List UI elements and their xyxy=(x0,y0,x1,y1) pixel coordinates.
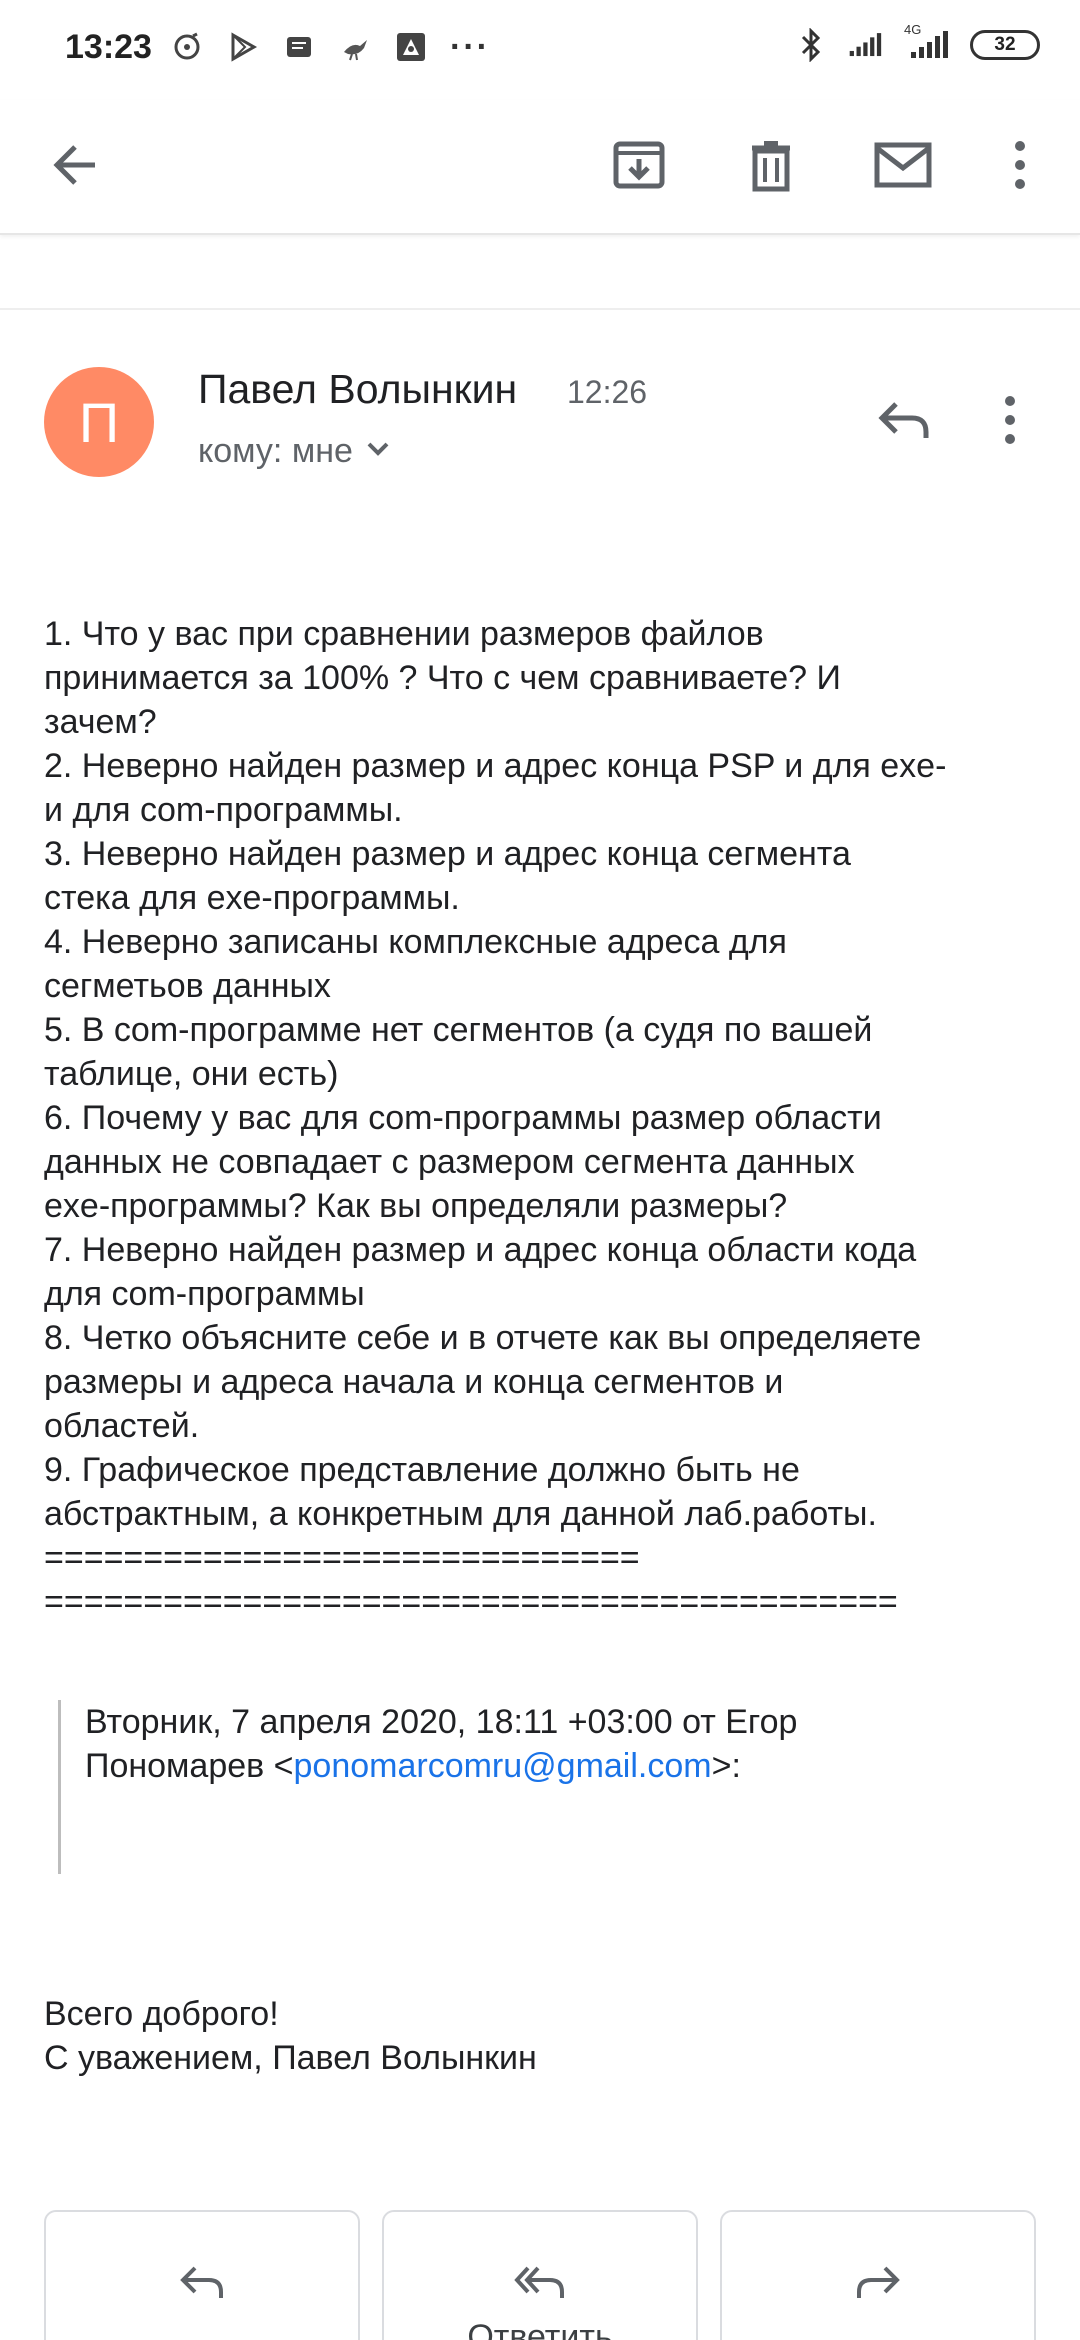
body-line: 9. Графическое представление должно быть… xyxy=(44,1451,800,1489)
reply-icon xyxy=(876,398,932,447)
network-type-label: 4G xyxy=(904,22,922,37)
system-icons: 4G 32 xyxy=(794,22,1040,62)
arrow-back-icon xyxy=(49,139,101,196)
music-note-icon xyxy=(170,30,204,64)
more-vert-icon xyxy=(1003,395,1017,450)
quoted-message: Вторник, 7 апреля 2020, 18:11 +03:00 от … xyxy=(58,1700,1018,1874)
more-notifications-indicator: ··· xyxy=(450,28,490,66)
message-time: 12:26 xyxy=(567,374,648,410)
archive-button[interactable] xyxy=(594,122,684,212)
body-line: и для com-программы. xyxy=(44,791,403,829)
body-line: областей. xyxy=(44,1407,200,1445)
body-line: 4. Неверно записаны комплексные адреса д… xyxy=(44,923,787,961)
more-vert-icon xyxy=(1013,140,1027,195)
back-button[interactable] xyxy=(30,122,120,212)
body-line: 3. Неверно найден размер и адрес конца с… xyxy=(44,835,851,873)
signature-line: С уважением, Павел Волынкин xyxy=(44,2039,537,2077)
signature-line: Всего доброго! xyxy=(44,1995,279,2033)
recipient-details-toggle[interactable]: кому: мне xyxy=(198,432,391,471)
status-time: 13:23 xyxy=(65,28,152,66)
body-line: для com-программы xyxy=(44,1275,365,1313)
signature: Всего доброго! С уважением, Павел Волынк… xyxy=(44,1992,537,2080)
body-line: принимается за 100% ? Что с чем сравнива… xyxy=(44,659,841,697)
notification-icons: ··· xyxy=(170,30,490,64)
message-toolbar xyxy=(0,100,1080,235)
body-line: 7. Неверно найден размер и адрес конца о… xyxy=(44,1231,917,1269)
signal-4g-icon: 4G xyxy=(902,22,950,62)
body-line: exe-программы? Как вы определяли размеры… xyxy=(44,1187,788,1225)
trash-icon xyxy=(744,138,798,197)
body-line: таблице, они есть) xyxy=(44,1055,339,1093)
reply-all-label: Ответить xyxy=(467,2318,613,2340)
body-line: 8. Четко объясните себе и в отчете как в… xyxy=(44,1319,922,1357)
message-more-button[interactable] xyxy=(980,380,1040,464)
mail-icon xyxy=(873,140,933,195)
chevron-down-icon xyxy=(365,440,391,463)
play-store-icon xyxy=(226,30,260,64)
body-line: размеры и адреса начала и конца сегменто… xyxy=(44,1363,784,1401)
reply-all-icon xyxy=(514,2260,566,2304)
bird-icon xyxy=(338,30,372,64)
battery-indicator: 32 xyxy=(970,30,1040,60)
email-screen: 13:23 ··· 4G 32 П Павел Волынкин 12:26 к… xyxy=(0,0,1080,2340)
sender-name: Павел Волынкин xyxy=(198,366,518,412)
body-line: ========================================… xyxy=(44,1583,898,1621)
collapsed-thread-divider xyxy=(0,235,1080,310)
reply-icon xyxy=(179,2260,225,2304)
map-app-icon xyxy=(394,30,428,64)
quote-author-suffix: >: xyxy=(711,1747,741,1785)
body-line: сегметьов данных xyxy=(44,967,331,1005)
delete-button[interactable] xyxy=(726,122,816,212)
reply-all-button[interactable]: Ответить xyxy=(382,2210,698,2340)
quote-author-prefix: Пономарев < xyxy=(85,1747,294,1785)
message-body: 1. Что у вас при сравнении размеров файл… xyxy=(44,612,1044,1624)
signal-icon xyxy=(848,28,882,62)
mark-unread-button[interactable] xyxy=(858,122,948,212)
header-reply-button[interactable] xyxy=(862,380,946,464)
forward-icon xyxy=(855,2260,901,2304)
body-line: 6. Почему у вас для com-программы размер… xyxy=(44,1099,882,1137)
message-icon xyxy=(282,30,316,64)
body-line: 1. Что у вас при сравнении размеров файл… xyxy=(44,615,764,653)
quote-email-link[interactable]: ponomarcomru@gmail.com xyxy=(294,1747,712,1785)
body-line: 5. В com-программе нет сегментов (а судя… xyxy=(44,1011,873,1049)
quote-author-line: Пономарев <ponomarcomru@gmail.com>: xyxy=(85,1744,1018,1788)
body-line: 2. Неверно найден размер и адрес конца P… xyxy=(44,747,947,785)
bluetooth-icon xyxy=(794,28,828,62)
avatar[interactable]: П xyxy=(44,367,154,477)
quote-date-line: Вторник, 7 апреля 2020, 18:11 +03:00 от … xyxy=(85,1703,798,1741)
avatar-letter: П xyxy=(78,390,120,454)
body-line: стека для exe-программы. xyxy=(44,879,460,917)
body-line: ============================== xyxy=(44,1539,640,1577)
reply-button[interactable] xyxy=(44,2210,360,2340)
body-line: абстрактным, а конкретным для данной лаб… xyxy=(44,1495,877,1533)
body-line: зачем? xyxy=(44,703,157,741)
status-bar: 13:23 ··· 4G 32 xyxy=(0,0,1080,100)
more-options-button[interactable] xyxy=(975,122,1065,212)
archive-icon xyxy=(612,138,666,197)
body-line: данных не совпадает с размером сегмента … xyxy=(44,1143,855,1181)
recipient-label: кому: мне xyxy=(198,432,353,470)
forward-button[interactable] xyxy=(720,2210,1036,2340)
